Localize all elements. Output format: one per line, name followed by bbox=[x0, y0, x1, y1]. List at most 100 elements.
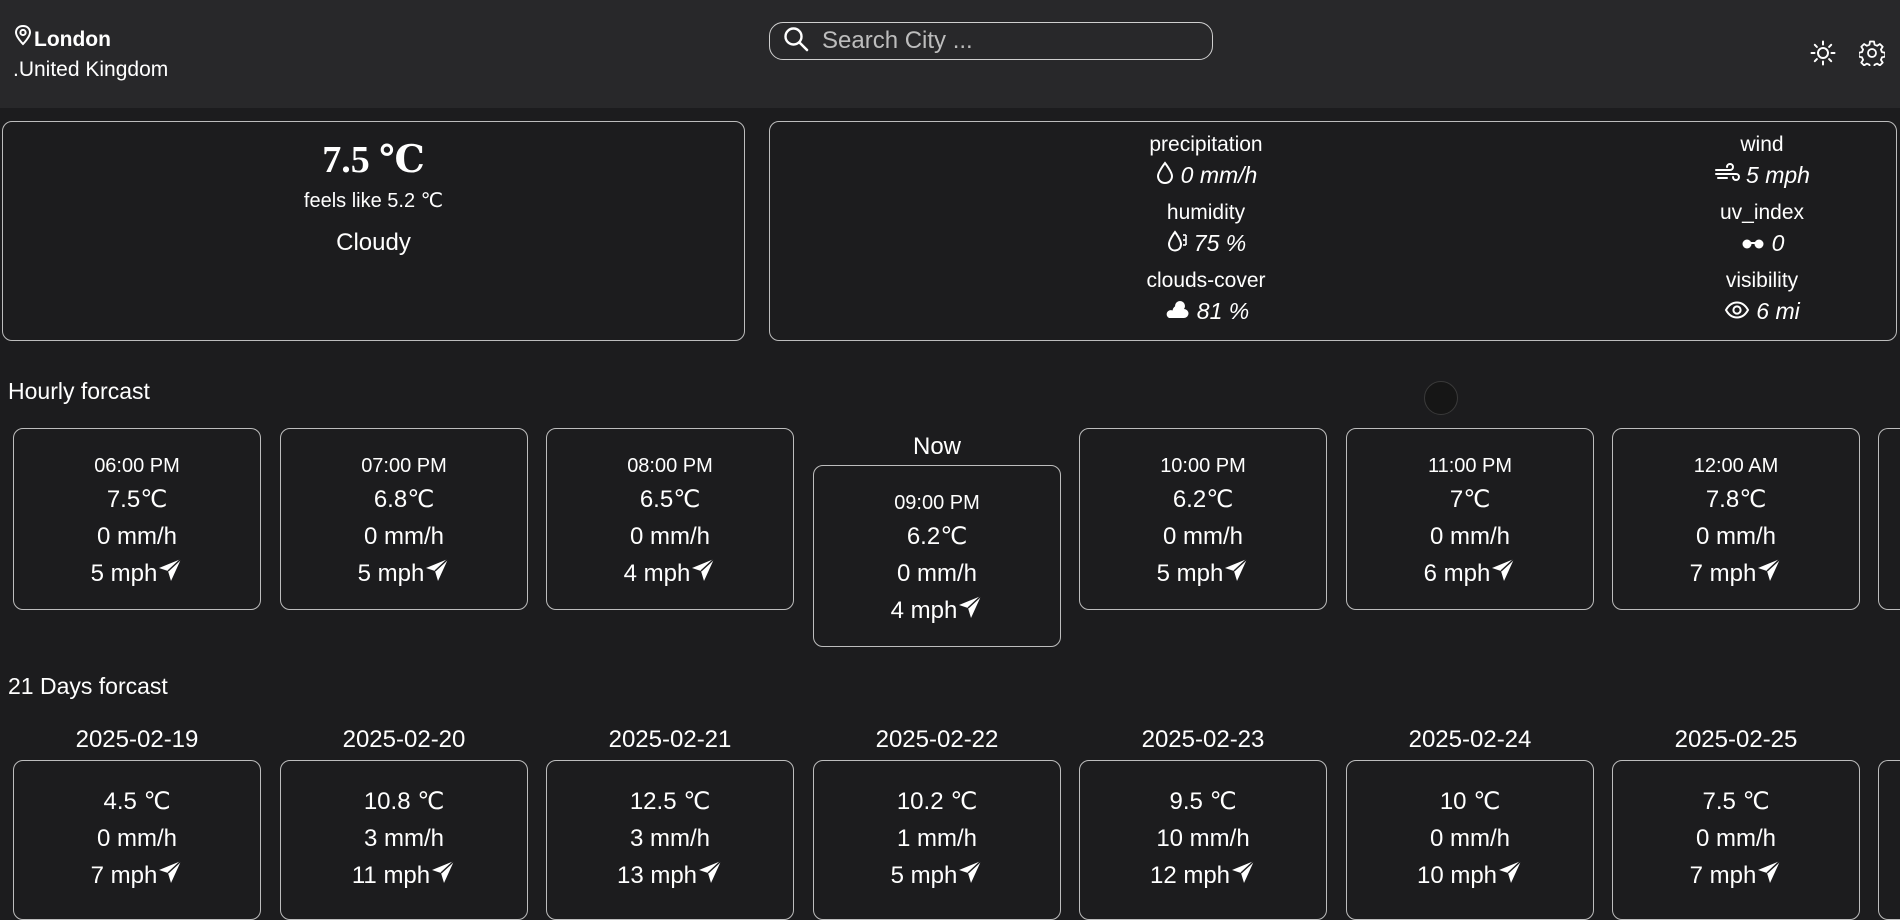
paper-plane-icon bbox=[157, 557, 183, 590]
sun-icon[interactable] bbox=[1810, 40, 1836, 71]
weather-condition: Cloudy bbox=[336, 229, 411, 256]
hourly-card[interactable]: 08:00 PM 6.5℃ 0 mm/h 4 mph bbox=[546, 428, 794, 610]
map-pin-icon bbox=[13, 24, 34, 55]
day-precip: 3 mm/h bbox=[363, 825, 444, 852]
day-temp: 4.5 ℃ bbox=[103, 788, 171, 815]
day-date: 2025-02-25 bbox=[1674, 726, 1798, 753]
stat-precipitation: precipitation 0 mm/h bbox=[1056, 133, 1356, 191]
hour-wind: 5 mph bbox=[357, 559, 425, 587]
day-temp: 7.5 ℃ bbox=[1702, 788, 1770, 815]
top-bar: London .United Kingdom bbox=[0, 0, 1900, 108]
stat-value: 5 mph bbox=[1746, 162, 1810, 188]
day-temp: 12.5 ℃ bbox=[629, 788, 711, 815]
stat-label: uv_index bbox=[1719, 201, 1805, 224]
hour-precip: 0 mm/h bbox=[896, 560, 977, 587]
search-icon[interactable] bbox=[770, 25, 810, 58]
loading-indicator bbox=[1424, 381, 1458, 415]
day-precip: 0 mm/h bbox=[1429, 825, 1510, 852]
search-input[interactable] bbox=[820, 26, 1194, 56]
hour-time: 06:00 PM bbox=[94, 455, 180, 477]
country-name: .United Kingdom bbox=[13, 58, 169, 81]
stat-label: clouds-cover bbox=[1146, 269, 1266, 292]
day-precip: 0 mm/h bbox=[96, 825, 177, 852]
paper-plane-icon bbox=[1223, 557, 1249, 590]
day-date: 2025-02-20 bbox=[342, 726, 466, 753]
day-precip: 3 mm/h bbox=[629, 825, 710, 852]
day-wind: 5 mph bbox=[890, 861, 958, 889]
city-name: London bbox=[34, 27, 111, 51]
hour-temp: 7.8℃ bbox=[1705, 486, 1767, 513]
paper-plane-icon bbox=[1756, 859, 1782, 892]
hourly-card[interactable]: 06:00 PM 7.5℃ 0 mm/h 5 mph bbox=[13, 428, 261, 610]
hourly-card[interactable]: 07:00 PM 6.8℃ 0 mm/h 5 mph bbox=[280, 428, 528, 610]
hour-time: 10:00 PM bbox=[1160, 455, 1246, 477]
hour-wind: 4 mph bbox=[623, 559, 691, 587]
hour-temp: 6.8℃ bbox=[373, 486, 435, 513]
humidity-icon bbox=[1166, 229, 1188, 259]
hour-temp: 7.5℃ bbox=[106, 486, 168, 513]
hourly-card[interactable]: 10:00 PM 6.2℃ 0 mm/h 5 mph bbox=[1079, 428, 1327, 610]
search-bar[interactable] bbox=[769, 22, 1213, 60]
stat-wind: wind 5 mph bbox=[1612, 133, 1900, 191]
hourly-card-now[interactable]: 09:00 PM 6.2℃ 0 mm/h 4 mph bbox=[813, 465, 1061, 647]
stat-label: precipitation bbox=[1149, 133, 1263, 156]
day-date: 2025-02-21 bbox=[608, 726, 732, 753]
paper-plane-icon bbox=[1230, 859, 1256, 892]
sunglasses-icon bbox=[1740, 230, 1766, 257]
hour-temp: 6.2℃ bbox=[1172, 486, 1234, 513]
stat-label: wind bbox=[1740, 133, 1784, 156]
day-wind: 7 mph bbox=[1689, 861, 1757, 889]
day-precip: 10 mm/h bbox=[1156, 825, 1250, 852]
paper-plane-icon bbox=[430, 859, 456, 892]
stat-value: 0 mm/h bbox=[1180, 162, 1258, 188]
hourly-card-partial[interactable] bbox=[1878, 428, 1900, 610]
now-label: Now bbox=[912, 433, 961, 460]
weather-stats-card: precipitation 0 mm/h wind 5 mph humidity… bbox=[769, 121, 1897, 341]
daily-card[interactable]: 7.5 ℃ 0 mm/h 7 mph bbox=[1612, 760, 1860, 920]
day-temp: 10.8 ℃ bbox=[363, 788, 445, 815]
daily-card[interactable]: 9.5 ℃ 10 mm/h 12 mph bbox=[1079, 760, 1327, 920]
daily-card[interactable]: 10.2 ℃ 1 mm/h 5 mph bbox=[813, 760, 1061, 920]
hour-time: 11:00 PM bbox=[1427, 455, 1513, 477]
hour-wind: 4 mph bbox=[890, 596, 958, 624]
hourly-card[interactable]: 12:00 AM 7.8℃ 0 mm/h 7 mph bbox=[1612, 428, 1860, 610]
hour-wind: 5 mph bbox=[1156, 559, 1224, 587]
day-wind: 10 mph bbox=[1416, 861, 1498, 889]
gear-icon[interactable] bbox=[1857, 40, 1887, 71]
eye-icon bbox=[1724, 298, 1750, 325]
day-temp: 10 ℃ bbox=[1439, 788, 1501, 815]
day-date: 2025-02-19 bbox=[75, 726, 199, 753]
daily-card-partial[interactable] bbox=[1878, 760, 1900, 920]
day-wind: 7 mph bbox=[90, 861, 158, 889]
stat-clouds: clouds-cover 81 % bbox=[1056, 269, 1356, 327]
day-date: 2025-02-24 bbox=[1408, 726, 1532, 753]
location-city-row: London bbox=[13, 24, 168, 55]
hour-precip: 0 mm/h bbox=[1695, 523, 1776, 550]
daily-forecast-title: 21 Days forcast bbox=[8, 673, 168, 699]
hourly-card[interactable]: 11:00 PM 7℃ 0 mm/h 6 mph bbox=[1346, 428, 1594, 610]
sun-cloud-icon bbox=[1163, 298, 1191, 326]
day-wind: 13 mph bbox=[616, 861, 698, 889]
paper-plane-icon bbox=[1756, 557, 1782, 590]
day-date: 2025-02-22 bbox=[875, 726, 999, 753]
hour-wind: 7 mph bbox=[1689, 559, 1757, 587]
daily-card[interactable]: 10 ℃ 0 mm/h 10 mph bbox=[1346, 760, 1594, 920]
stat-label: visibility bbox=[1725, 269, 1799, 292]
hour-precip: 0 mm/h bbox=[1162, 523, 1243, 550]
paper-plane-icon bbox=[157, 859, 183, 892]
stat-visibility: visibility 6 mi bbox=[1612, 269, 1900, 327]
daily-card[interactable]: 4.5 ℃ 0 mm/h 7 mph bbox=[13, 760, 261, 920]
day-precip: 1 mm/h bbox=[896, 825, 977, 852]
hour-temp: 6.2℃ bbox=[906, 523, 968, 550]
paper-plane-icon bbox=[697, 859, 723, 892]
hour-time: 08:00 PM bbox=[627, 455, 713, 477]
daily-card[interactable]: 12.5 ℃ 3 mm/h 13 mph bbox=[546, 760, 794, 920]
stat-value: 0 bbox=[1771, 230, 1785, 256]
stat-label: humidity bbox=[1166, 201, 1246, 224]
daily-card[interactable]: 10.8 ℃ 3 mm/h 11 mph bbox=[280, 760, 528, 920]
stat-value: 6 mi bbox=[1756, 298, 1800, 324]
current-temp: 7.5 ℃ bbox=[322, 139, 425, 181]
hour-precip: 0 mm/h bbox=[363, 523, 444, 550]
day-wind: 12 mph bbox=[1149, 861, 1231, 889]
stat-uv-index: uv_index 0 bbox=[1612, 201, 1900, 259]
